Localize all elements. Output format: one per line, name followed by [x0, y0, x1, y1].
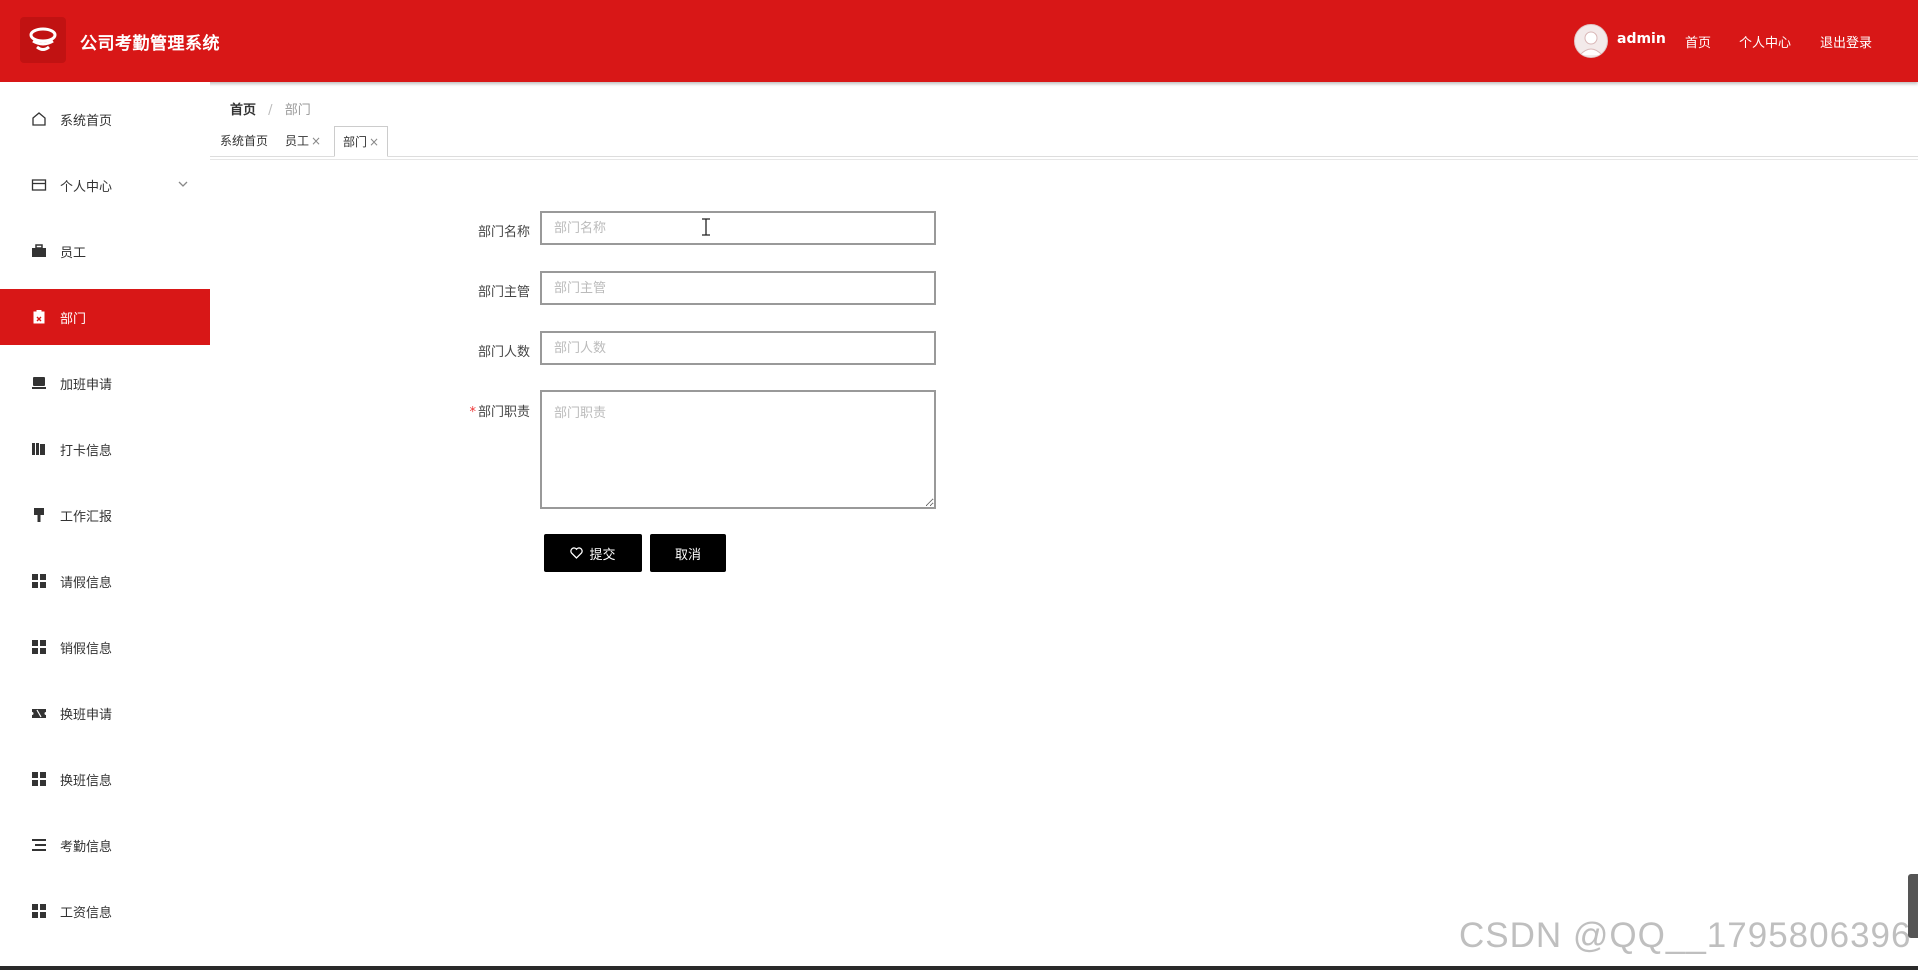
- tab-label: 系统首页: [220, 134, 269, 148]
- sidebar-item-home[interactable]: 系统首页: [0, 91, 210, 147]
- sidebar-item-label: 打卡信息: [60, 443, 113, 459]
- sidebar-item-shift-info[interactable]: 换班信息: [0, 751, 210, 807]
- text-cursor-icon: [701, 218, 711, 240]
- dept-manager-input[interactable]: [540, 271, 936, 305]
- sidebar-item-label: 换班信息: [60, 773, 113, 789]
- sidebar-item-personal-center[interactable]: 个人中心: [0, 157, 210, 213]
- cancel-label: 取消: [674, 547, 701, 563]
- tab-employee[interactable]: 员工 ×: [277, 126, 329, 156]
- header-home-link[interactable]: 首页: [1685, 32, 1711, 51]
- dept-duty-label-text: 部门职责: [477, 405, 530, 420]
- scroll-handle[interactable]: [1908, 874, 1918, 938]
- sidebar-item-label: 工作汇报: [60, 509, 113, 525]
- submit-button[interactable]: 提交: [544, 534, 642, 572]
- tab-department[interactable]: 部门 ×: [334, 126, 389, 157]
- heart-icon: [570, 547, 584, 559]
- sidebar-item-department[interactable]: 部门: [0, 289, 210, 345]
- username-label[interactable]: admin: [1617, 31, 1666, 47]
- ticket-icon: [30, 704, 48, 722]
- sidebar-item-employee[interactable]: 员工: [0, 223, 210, 279]
- sidebar-item-leave-info[interactable]: 请假信息: [0, 553, 210, 609]
- briefcase-icon: [30, 242, 48, 260]
- breadcrumb: 首页 / 部门: [230, 99, 311, 118]
- dept-count-label: 部门人数: [477, 345, 530, 360]
- books-icon: [30, 440, 48, 458]
- sidebar-item-leave-cancel-info[interactable]: 销假信息: [0, 619, 210, 675]
- watermark: CSDN @QQ__1795806396: [1459, 916, 1912, 955]
- tab-label: 员工: [285, 134, 310, 148]
- dept-duty-label: * 部门职责: [420, 401, 530, 420]
- grid-icon: [30, 770, 48, 788]
- grid-icon: [30, 902, 48, 920]
- chevron-down-icon: [178, 177, 188, 192]
- divider: [210, 159, 1918, 160]
- sidebar-item-label: 加班申请: [60, 377, 113, 393]
- breadcrumb-current: 部门: [284, 103, 311, 118]
- sidebar-item-label: 系统首页: [60, 113, 113, 129]
- grid-icon: [30, 572, 48, 590]
- dept-manager-label: 部门主管: [477, 285, 530, 300]
- sidebar-item-label: 考勤信息: [60, 839, 113, 855]
- close-icon[interactable]: ×: [311, 134, 321, 148]
- dept-duty-textarea[interactable]: [540, 390, 936, 509]
- close-icon[interactable]: ×: [369, 135, 379, 149]
- sidebar-item-label: 销假信息: [60, 641, 113, 657]
- sidebar-item-shift-apply[interactable]: 换班申请: [0, 685, 210, 741]
- clipboard-icon: [30, 308, 48, 326]
- dept-name-label: 部门名称: [477, 225, 530, 240]
- dept-name-input[interactable]: [540, 211, 936, 245]
- sidebar-item-label: 请假信息: [60, 575, 113, 591]
- sidebar-item-label: 换班申请: [60, 707, 113, 723]
- top-header: 公司考勤管理系统 admin 首页 个人中心 退出登录: [0, 0, 1918, 82]
- header-logout-link[interactable]: 退出登录: [1820, 32, 1872, 51]
- sidebar-item-label: 部门: [60, 311, 87, 327]
- breadcrumb-separator: /: [268, 103, 273, 118]
- bottom-edge: [0, 966, 1918, 970]
- home-icon: [30, 110, 48, 128]
- tab-label: 部门: [343, 135, 368, 149]
- wallet-icon: [30, 176, 48, 194]
- sidebar-item-overtime-apply[interactable]: 加班申请: [0, 355, 210, 411]
- dept-count-input[interactable]: [540, 331, 936, 365]
- required-mark: *: [469, 405, 476, 420]
- sidebar-item-label: 员工: [60, 245, 87, 261]
- monitor-icon: [30, 374, 48, 392]
- submit-label: 提交: [589, 547, 616, 563]
- sidebar-item-work-report[interactable]: 工作汇报: [0, 487, 210, 543]
- sidebar: 系统首页 个人中心 员工 部门 加班申请 打卡信息 工作汇报 请假信息 销假信息…: [0, 82, 210, 970]
- avatar[interactable]: [1574, 24, 1608, 58]
- sidebar-item-attendance-info[interactable]: 考勤信息: [0, 817, 210, 873]
- sidebar-item-salary-info[interactable]: 工资信息: [0, 883, 210, 939]
- header-profile-link[interactable]: 个人中心: [1739, 32, 1791, 51]
- list-icon: [30, 836, 48, 854]
- sidebar-item-label: 个人中心: [60, 179, 113, 195]
- tab-system-home[interactable]: 系统首页: [212, 126, 276, 156]
- sidebar-item-clockin-info[interactable]: 打卡信息: [0, 421, 210, 477]
- breadcrumb-home[interactable]: 首页: [230, 103, 256, 118]
- brush-icon: [30, 506, 48, 524]
- tab-bar: 系统首页 员工 × 部门 ×: [210, 124, 1918, 157]
- grid-icon: [30, 638, 48, 656]
- logo-icon: [20, 17, 66, 63]
- sidebar-item-label: 工资信息: [60, 905, 113, 921]
- app-title: 公司考勤管理系统: [80, 34, 220, 54]
- cancel-button[interactable]: 取消: [650, 534, 726, 572]
